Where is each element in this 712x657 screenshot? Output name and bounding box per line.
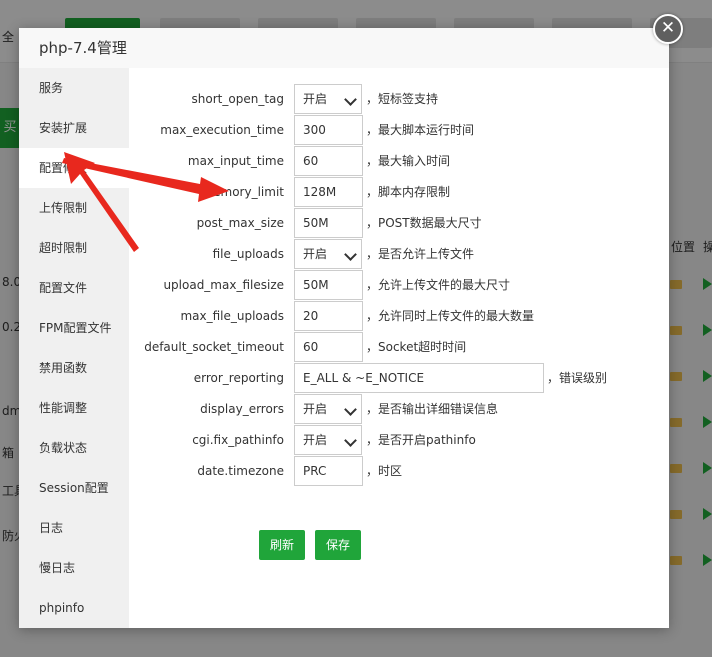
- annotation-arrows: [62, 152, 229, 252]
